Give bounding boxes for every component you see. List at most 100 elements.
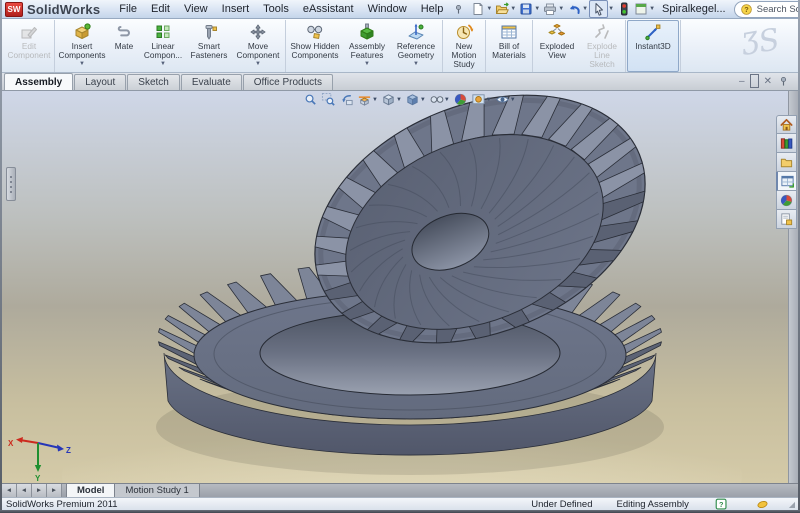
linear-pattern-icon (153, 22, 173, 42)
search-box[interactable]: ? Search SolidWorks Help ▼ (734, 1, 800, 18)
display-style-button[interactable]: ▼ (404, 92, 427, 107)
title-bar: SW SolidWorks FileEditViewInsertToolseAs… (2, 0, 798, 19)
smart-fasteners-button[interactable]: Smart Fasteners (186, 20, 232, 72)
undo-icon[interactable] (565, 1, 582, 17)
dropdown-arrow-icon[interactable]: ▼ (255, 61, 261, 68)
print-dropdown-icon[interactable]: ▼ (558, 6, 564, 12)
new-document-icon[interactable] (469, 1, 486, 17)
taskpane-file-explorer-button[interactable] (776, 153, 797, 172)
bottom-tab-motion-study-1[interactable]: Motion Study 1 (115, 484, 199, 497)
apply-scene-button[interactable]: ▼ (470, 92, 493, 107)
menu-help[interactable]: Help (414, 2, 451, 16)
svg-text:Y: Y (35, 474, 41, 483)
menu-edit[interactable]: Edit (144, 2, 177, 16)
tab-office-products[interactable]: Office Products (243, 74, 333, 90)
print-icon[interactable] (541, 1, 558, 17)
section-view-icon (357, 92, 372, 107)
open-icon[interactable] (493, 1, 510, 17)
dropdown-arrow-icon[interactable]: ▼ (160, 61, 166, 68)
menu-insert[interactable]: Insert (215, 2, 257, 16)
menu-pin-icon[interactable] (452, 3, 465, 16)
menu-window[interactable]: Window (361, 2, 414, 16)
save-icon[interactable] (517, 1, 534, 17)
graphics-area[interactable]: X Z Y ▼ ▼ ▼ ▼ ▼ ▼ (2, 91, 788, 483)
open-dropdown-icon[interactable]: ▼ (510, 6, 516, 12)
feature-tree-splitter-handle[interactable] (6, 167, 16, 201)
tags-icon[interactable] (756, 498, 769, 511)
display-style-dropdown-icon[interactable]: ▼ (420, 97, 426, 103)
tab-nav-next-button[interactable]: ► (32, 484, 47, 497)
assembly-features-button[interactable]: Assembly Features▼ (343, 20, 391, 72)
tab-layout[interactable]: Layout (74, 74, 126, 90)
show-hidden-components-button[interactable]: Show Hidden Components (287, 20, 343, 72)
dropdown-arrow-icon[interactable]: ▼ (413, 61, 419, 68)
view-orientation-button[interactable]: ▼ (380, 92, 403, 107)
smart-fasteners-icon (199, 22, 219, 42)
taskpane-appearances-scenes-button[interactable] (776, 191, 797, 210)
new-document-dropdown-icon[interactable]: ▼ (486, 6, 492, 12)
hide-show-items-button[interactable]: ▼ (428, 92, 451, 107)
section-view-button[interactable]: ▼ (356, 92, 379, 107)
bill-of-materials-icon (499, 22, 519, 42)
rebuild-traffic-light-icon[interactable] (615, 1, 632, 17)
tab-sketch[interactable]: Sketch (127, 74, 180, 90)
display-options-dropdown-icon[interactable]: ▼ (649, 6, 655, 12)
undo-dropdown-icon[interactable]: ▼ (582, 6, 588, 12)
dropdown-arrow-icon[interactable]: ▼ (79, 61, 85, 68)
svg-text:Z: Z (66, 446, 71, 455)
reference-geometry-button[interactable]: Reference Geometry▼ (391, 20, 441, 72)
taskpane-view-palette-button[interactable] (776, 172, 797, 191)
zoom-to-area-button[interactable] (320, 92, 337, 107)
edit-component-icon (19, 22, 39, 42)
tab-assembly[interactable]: Assembly (4, 73, 73, 90)
bill-of-materials-button[interactable]: Bill of Materials (487, 20, 531, 72)
taskpane-pin-icon[interactable] (777, 75, 790, 87)
previous-view-button[interactable] (338, 92, 355, 107)
tab-nav-prev-button[interactable]: ◄ (17, 484, 32, 497)
new-motion-study-button[interactable]: New Motion Study (444, 20, 484, 72)
edit-appearance-button[interactable] (452, 92, 469, 107)
menu-view[interactable]: View (177, 2, 215, 16)
mate-icon (114, 22, 134, 42)
tab-nav-last-button[interactable]: ► (47, 484, 62, 497)
resize-grip[interactable]: ◢ (789, 500, 794, 509)
taskpane-solidworks-resources-button[interactable] (776, 115, 797, 134)
select-icon[interactable] (589, 0, 608, 18)
select-dropdown-icon[interactable]: ▼ (608, 6, 614, 12)
view-settings-button[interactable]: ▼ (494, 92, 517, 107)
menu-bar: FileEditViewInsertToolseAssistantWindowH… (112, 2, 450, 16)
menu-file[interactable]: File (112, 2, 144, 16)
view-settings-dropdown-icon[interactable]: ▼ (510, 97, 516, 103)
tab-nav-first-button[interactable]: ◄ (2, 484, 17, 497)
display-options-icon[interactable] (632, 1, 649, 17)
linear-pattern-button[interactable]: Linear Compon...▼ (140, 20, 186, 72)
exploded-view-button[interactable]: Exploded View (534, 20, 580, 72)
document-close-button[interactable]: ✕ (764, 75, 772, 87)
quick-tips-icon[interactable]: ? (715, 498, 728, 511)
zoom-to-fit-button[interactable] (302, 92, 319, 107)
document-minimize-button[interactable]: – (739, 75, 745, 87)
tab-evaluate[interactable]: Evaluate (181, 74, 242, 90)
taskpane-design-library-button[interactable] (776, 134, 797, 153)
search-input[interactable]: Search SolidWorks Help (757, 4, 800, 15)
apply-scene-dropdown-icon[interactable]: ▼ (486, 97, 492, 103)
instant3d-button[interactable]: Instant3D (627, 20, 679, 72)
quick-access-toolbar: ▼ ▼ ▼ ▼ ▼ ▼ ▼ (469, 0, 656, 18)
insert-components-button[interactable]: Insert Components▼ (56, 20, 108, 72)
hide-show-items-dropdown-icon[interactable]: ▼ (444, 97, 450, 103)
bottom-tab-model[interactable]: Model (66, 484, 115, 497)
mate-button[interactable]: Mate (108, 20, 140, 72)
dropdown-arrow-icon[interactable]: ▼ (364, 61, 370, 68)
move-component-button[interactable]: Move Component▼ (232, 20, 284, 72)
assembly-features-icon (357, 22, 377, 42)
save-dropdown-icon[interactable]: ▼ (534, 6, 540, 12)
document-restore-button[interactable] (750, 75, 759, 87)
taskpane-custom-properties-button[interactable] (776, 210, 797, 229)
gear-assembly-scene: X Z Y (2, 91, 788, 483)
view-orientation-dropdown-icon[interactable]: ▼ (396, 97, 402, 103)
hide-show-items-icon (429, 92, 444, 107)
menu-tools[interactable]: Tools (256, 2, 296, 16)
explode-line-sketch-button: Explode Line Sketch (580, 20, 624, 72)
menu-eassistant[interactable]: eAssistant (296, 2, 361, 16)
section-view-dropdown-icon[interactable]: ▼ (372, 97, 378, 103)
